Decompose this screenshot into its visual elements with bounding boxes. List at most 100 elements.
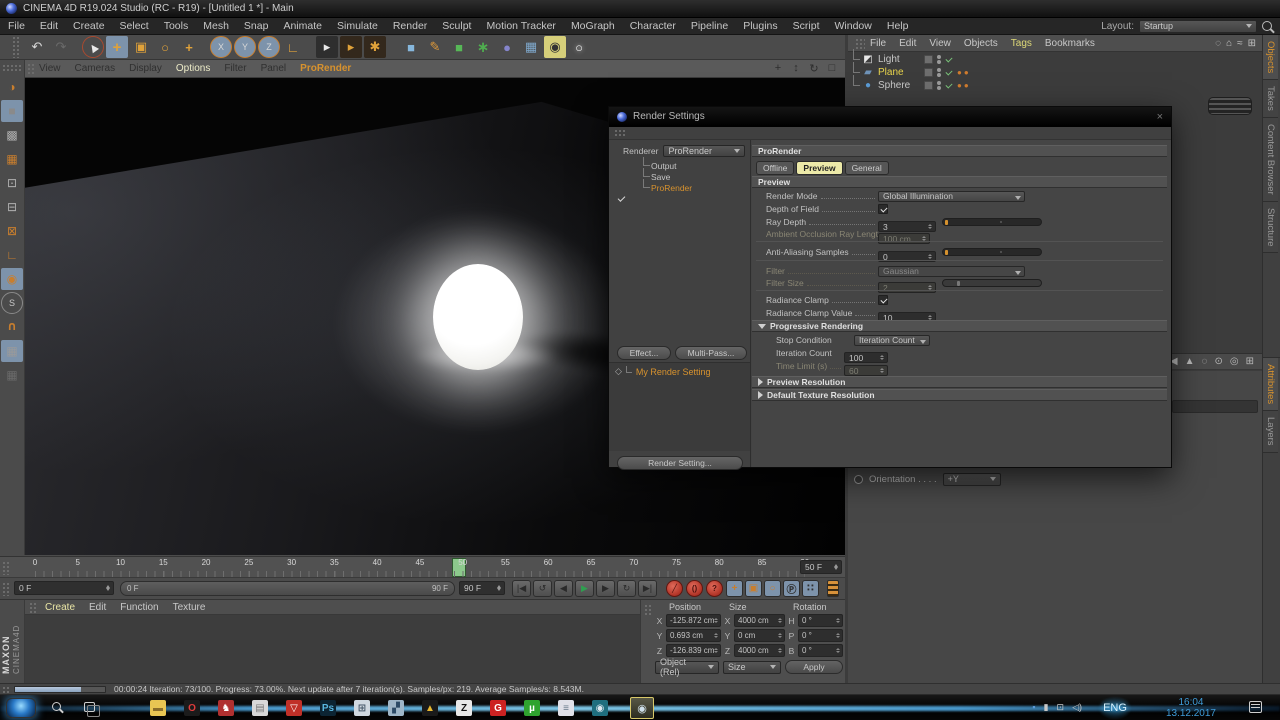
viewport-solo-icon[interactable]: ◉: [1, 268, 23, 290]
stop-condition-select[interactable]: Iteration Count: [854, 335, 930, 346]
search-icon[interactable]: ◌: [1202, 356, 1208, 367]
add-panel-icon[interactable]: ⊞: [1248, 38, 1256, 49]
key-position-toggle[interactable]: +: [726, 580, 743, 597]
start-button[interactable]: [6, 698, 36, 718]
om-menu-item[interactable]: Tags: [1011, 38, 1032, 49]
aa-samples-slider[interactable]: [942, 248, 1042, 256]
menu-item[interactable]: Snap: [244, 20, 269, 32]
rotation-field[interactable]: 0 °: [798, 644, 843, 657]
magnet-icon[interactable]: ∪: [1, 316, 23, 338]
key-scale-toggle[interactable]: ▣: [745, 580, 762, 597]
edges-mode-icon[interactable]: ⊟: [1, 196, 23, 218]
rotation-field[interactable]: 0 °: [798, 614, 843, 627]
file-explorer-icon[interactable]: ▬: [150, 700, 166, 716]
panel-grip[interactable]: [644, 604, 653, 616]
key-parameter-toggle[interactable]: Ⓟ: [783, 580, 800, 597]
viewport-menu-item[interactable]: Filter: [224, 63, 246, 74]
render-setting-name[interactable]: My Render Setting: [636, 367, 711, 377]
material-menu-item[interactable]: Edit: [89, 602, 106, 613]
key-rotation-toggle[interactable]: ○: [764, 580, 781, 597]
animation-dot-icon[interactable]: [854, 475, 863, 484]
search-icon[interactable]: ◌: [1215, 38, 1221, 49]
panel-tab[interactable]: Layers: [1263, 411, 1278, 453]
move-tool-icon[interactable]: +: [106, 36, 128, 58]
viewport-menu-item[interactable]: View: [39, 63, 61, 74]
object-name[interactable]: Sphere: [878, 80, 920, 91]
dialog-tab[interactable]: Offline: [756, 161, 794, 175]
timeline-ruler[interactable]: 051015202530354045505560657075808590 50 …: [0, 556, 845, 578]
menu-item[interactable]: Edit: [40, 20, 58, 32]
loop-button[interactable]: ↻: [617, 580, 636, 597]
snap-icon[interactable]: S: [1, 292, 23, 314]
menu-item[interactable]: Create: [73, 20, 105, 32]
planar-workplane-icon[interactable]: ▦: [1, 364, 23, 386]
enabled-check-icon[interactable]: [945, 82, 953, 90]
language-indicator[interactable]: ENG: [1098, 696, 1132, 720]
save-enabled-check-icon[interactable]: [617, 195, 626, 204]
workplane-mode-icon[interactable]: ▦: [1, 148, 23, 170]
layer-chip[interactable]: [924, 68, 933, 77]
object-row[interactable]: ● Sphere ●●: [848, 79, 1262, 92]
model-mode-icon[interactable]: ■: [1, 100, 23, 122]
notification-center-icon[interactable]: [1249, 701, 1262, 713]
toolbar-grip[interactable]: [2, 64, 22, 72]
filter-path-icon[interactable]: ≈: [1237, 38, 1243, 49]
apply-button[interactable]: Apply: [785, 660, 843, 674]
network-icon[interactable]: ⊡: [1057, 702, 1065, 713]
toolbar-grip[interactable]: [12, 36, 20, 58]
menu-item[interactable]: Animate: [283, 20, 322, 32]
om-menu-item[interactable]: File: [870, 38, 886, 49]
om-menu-item[interactable]: Edit: [899, 38, 916, 49]
next-frame-button[interactable]: ▶: [596, 580, 615, 597]
cinema4d-icon[interactable]: ◉: [592, 700, 608, 716]
power-icon[interactable]: ▮: [1044, 702, 1049, 713]
cinema4d-active-task[interactable]: ◉: [630, 697, 654, 719]
om-menu-item[interactable]: View: [929, 38, 951, 49]
track-icon[interactable]: ◎: [1230, 356, 1239, 367]
utorrent-icon[interactable]: µ: [524, 700, 540, 716]
object-row[interactable]: ◩ Light: [848, 53, 1262, 66]
dialog-tab[interactable]: Preview: [796, 161, 842, 175]
make-editable-icon[interactable]: ◑: [1, 76, 23, 98]
calculator-icon[interactable]: ⊞: [354, 700, 370, 716]
tree-item-save[interactable]: Save: [643, 171, 692, 182]
play-reverse-button[interactable]: ↺: [533, 580, 552, 597]
enabled-check-icon[interactable]: [945, 69, 953, 77]
home-icon[interactable]: ⌂: [1226, 38, 1232, 49]
menu-item[interactable]: Script: [793, 20, 820, 32]
sticky-notes-icon[interactable]: ≡: [558, 700, 574, 716]
renderer-select[interactable]: ProRender: [663, 145, 745, 157]
viewport-menu-item[interactable]: Options: [176, 63, 210, 74]
panel-grip[interactable]: [2, 561, 10, 575]
menu-item[interactable]: Character: [630, 20, 676, 32]
lock-x-axis-icon[interactable]: X: [210, 36, 232, 58]
axis-mode-icon[interactable]: ∟: [1, 244, 23, 266]
record-keyframe-button[interactable]: ╱: [666, 580, 683, 597]
menu-item[interactable]: Select: [120, 20, 149, 32]
app-red-icon[interactable]: ♞: [218, 700, 234, 716]
opera-icon[interactable]: O: [184, 700, 200, 716]
tree-item-output[interactable]: Output: [643, 160, 692, 171]
task-view-icon[interactable]: [84, 702, 95, 712]
menu-item[interactable]: Render: [393, 20, 427, 32]
coordinate-system-icon[interactable]: ∟: [282, 36, 304, 58]
range-end-spinner[interactable]: 90 F: [459, 581, 505, 595]
play-button[interactable]: ▶: [575, 580, 594, 597]
size-field[interactable]: 0 cm: [734, 629, 785, 642]
daemon-tools-icon[interactable]: ▲: [422, 700, 438, 716]
layer-chip[interactable]: [924, 55, 933, 64]
coordinate-mode-select[interactable]: Object (Rel): [655, 661, 719, 674]
texture-mode-icon[interactable]: ▩: [1, 124, 23, 146]
polygons-mode-icon[interactable]: ⊠: [1, 220, 23, 242]
default-texture-resolution-header[interactable]: Default Texture Resolution: [752, 389, 1167, 401]
menu-item[interactable]: Plugins: [743, 20, 777, 32]
menu-item[interactable]: Tools: [164, 20, 189, 32]
position-field[interactable]: 0.693 cm: [666, 629, 721, 642]
progressive-rendering-header[interactable]: Progressive Rendering: [752, 320, 1167, 332]
panel-grip[interactable]: [2, 582, 10, 596]
object-name[interactable]: Plane: [878, 67, 920, 78]
render-mode-select[interactable]: Global Illumination: [878, 191, 1025, 202]
viewport-menu-item[interactable]: Display: [129, 63, 162, 74]
radiance-clamp-checkbox[interactable]: [878, 295, 888, 305]
movie-app-icon[interactable]: ▞: [388, 700, 404, 716]
